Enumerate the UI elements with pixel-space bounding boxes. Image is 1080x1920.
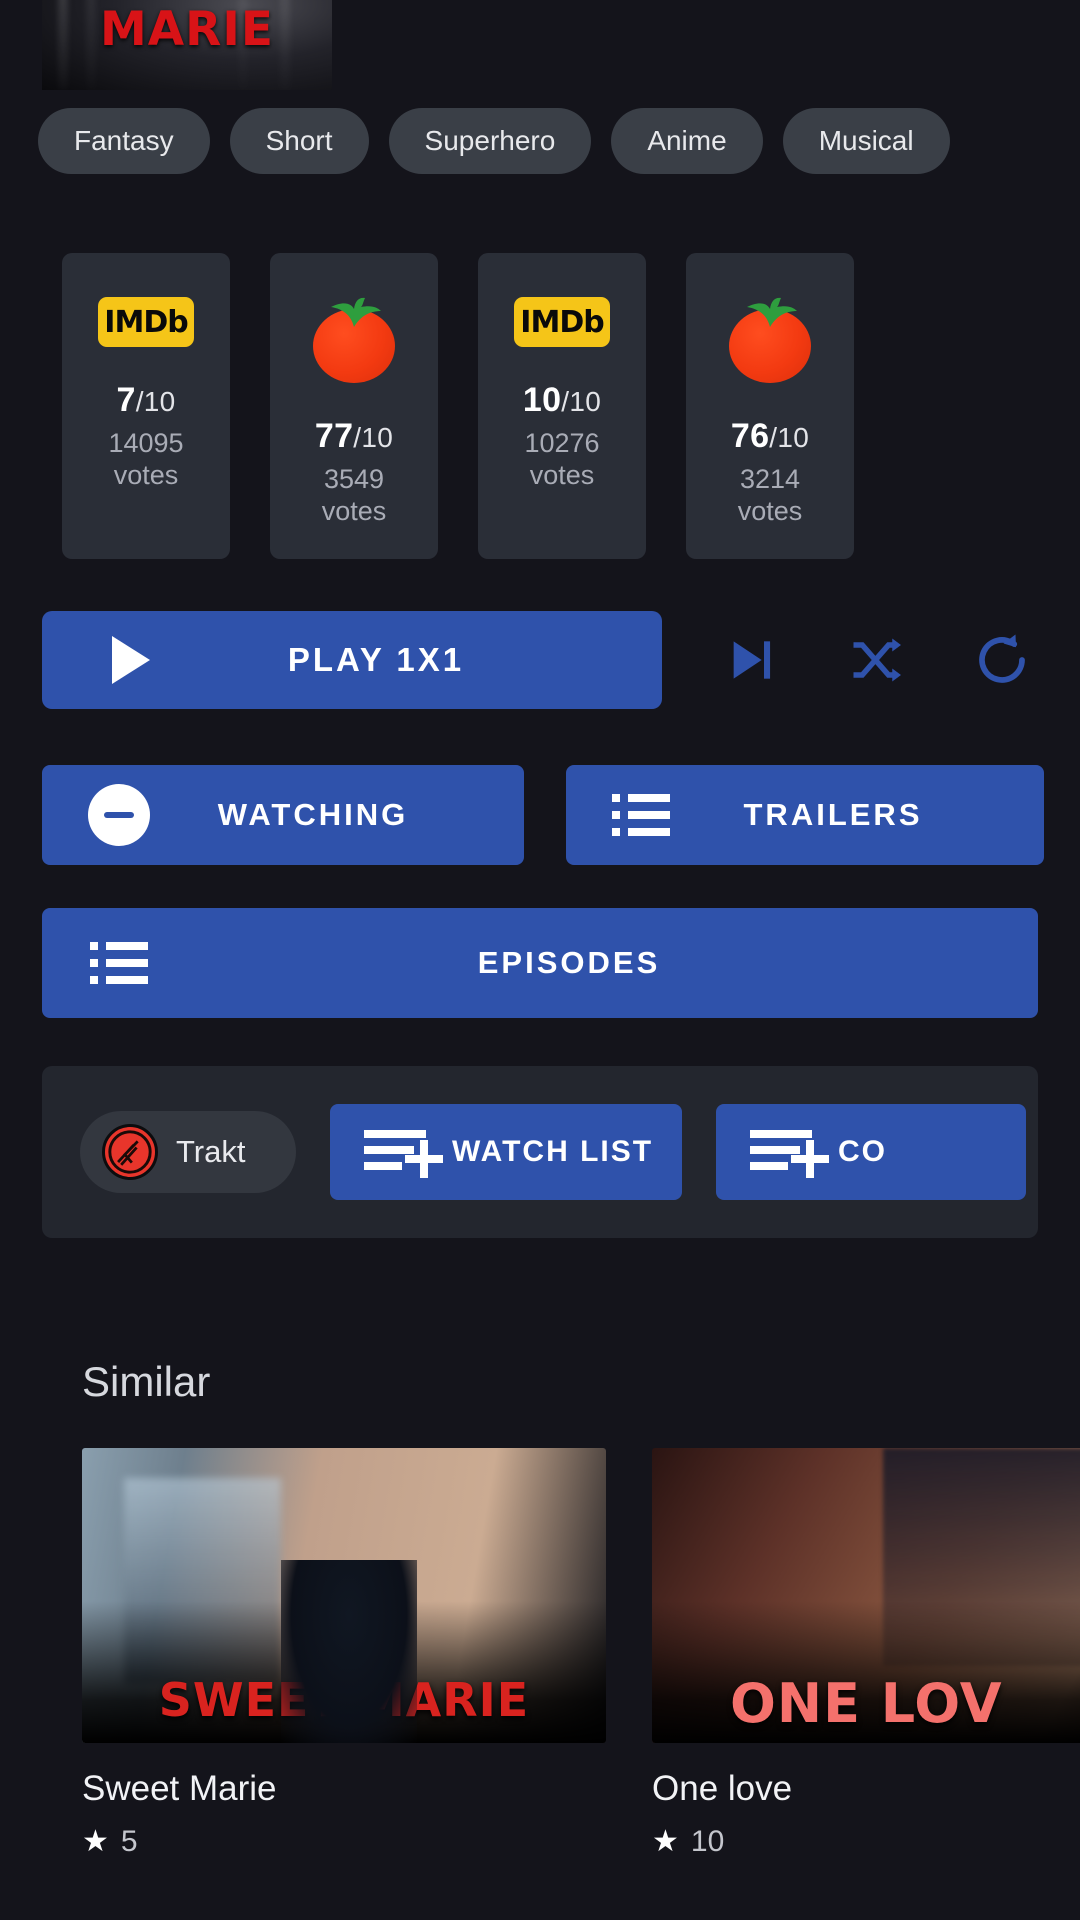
add-to-collection-button[interactable]: CO [716,1104,1026,1200]
similar-card-list: SWEET MARIE Sweet Marie ★ 5 ONE LOV One … [0,1448,1080,1868]
trakt-service-chip[interactable]: Trakt [80,1111,296,1193]
genre-chip-short[interactable]: Short [229,108,369,174]
rating-votes-label: votes [113,459,179,490]
rating-votes: 3214 votes [738,464,803,528]
similar-card-rating: ★ 10 [652,1825,1080,1859]
similar-card-art-title: ONE LOV [730,1672,1003,1735]
trailers-button-label: TRAILERS [743,797,923,832]
rating-score-scale: /10 [353,422,394,453]
rating-card-tomato-2[interactable]: 76/10 3214 votes [686,253,854,559]
play-button[interactable]: PLAY 1X1 [42,611,662,709]
rating-score-value: 7 [116,381,136,419]
watching-button-label: WATCHING [217,797,409,832]
similar-card-title: One love [652,1769,793,1808]
shuffle-button[interactable] [828,612,924,708]
playlist-add-icon [750,1126,829,1178]
add-to-watchlist-button[interactable]: WATCH LIST [330,1104,682,1200]
rating-votes-count: 3214 [739,464,801,494]
rating-votes-count: 14095 [108,428,184,458]
reload-button[interactable] [954,612,1050,708]
play-button-label: PLAY 1X1 [287,641,465,678]
similar-section-heading: Similar [82,1358,211,1405]
trakt-panel: Trakt WATCH LIST CO [42,1066,1038,1238]
similar-card-rating-value: 10 [690,1825,725,1858]
rating-score-value: 77 [314,417,354,455]
skip-next-button[interactable] [702,612,798,708]
similar-card-rating: ★ 5 [82,1825,606,1859]
similar-card-rating-value: 5 [120,1825,138,1858]
rating-votes-label: votes [529,459,595,490]
rating-score-scale: /10 [135,386,176,417]
tomato-leaf-icon [747,297,797,327]
similar-card-thumbnail[interactable]: ONE LOV [652,1448,1080,1743]
trailers-button[interactable]: TRAILERS [566,765,1044,865]
rating-votes: 10276 votes [524,428,599,492]
status-action-row: WATCHING TRAILERS [0,765,1080,865]
collection-button-label: CO [838,1135,887,1168]
reload-icon [979,634,1025,683]
trakt-logo-icon [102,1124,158,1180]
rating-votes-count: 10276 [524,428,600,458]
hero-poster-thumbnail[interactable]: MARIE [42,0,332,90]
star-icon: ★ [652,1825,679,1858]
similar-card-one-love[interactable]: ONE LOV One love ★ 10 [652,1448,1080,1868]
trakt-service-label: Trakt [176,1134,246,1169]
movie-detail-screen: MARIE Fantasy Short Superhero Anime Musi… [0,0,1080,1920]
genre-chip-musical[interactable]: Musical [782,108,950,174]
episodes-button-label: EPISODES [477,945,661,980]
shuffle-icon [853,638,901,682]
rating-votes-label: votes [321,495,387,526]
rating-score: 10/10 [523,381,601,420]
genre-chip-list[interactable]: Fantasy Short Superhero Anime Musical [0,108,1080,174]
rating-score: 77/10 [315,417,393,456]
rating-votes-label: votes [737,495,803,526]
rating-score: 76/10 [731,417,809,456]
list-icon [90,942,148,984]
watching-button[interactable]: WATCHING [42,765,524,865]
rating-card-list: IMDb 7/10 14095 votes 77/10 3549 votes I… [0,253,1080,559]
skip-next-icon [733,641,771,679]
playback-action-row: PLAY 1X1 [0,611,1080,709]
tomato-leaf-icon [331,297,381,327]
rating-card-imdb-2[interactable]: IMDb 10/10 10276 votes [478,253,646,559]
similar-card-art-title: SWEET MARIE [158,1673,530,1727]
hero-banner: MARIE [0,0,1080,100]
star-icon: ★ [82,1825,109,1858]
play-icon [112,636,150,684]
episodes-button[interactable]: EPISODES [42,908,1038,1018]
watchlist-button-label: WATCH LIST [452,1135,654,1168]
genre-chip-fantasy[interactable]: Fantasy [38,108,210,174]
genre-chip-anime[interactable]: Anime [611,108,763,174]
similar-card-title: Sweet Marie [82,1769,277,1808]
rating-score-value: 10 [522,381,562,419]
rating-votes: 3549 votes [322,464,387,528]
rating-score: 7/10 [116,381,175,420]
playlist-add-icon [364,1126,443,1178]
rating-card-imdb-1[interactable]: IMDb 7/10 14095 votes [62,253,230,559]
list-icon [612,794,670,836]
rotten-tomato-icon [722,297,818,383]
rating-score-scale: /10 [561,386,602,417]
rating-score-value: 76 [730,417,770,455]
rotten-tomato-icon [306,297,402,383]
rating-votes-count: 3549 [323,464,385,494]
genre-chip-superhero[interactable]: Superhero [388,108,592,174]
similar-card-sweet-marie[interactable]: SWEET MARIE Sweet Marie ★ 5 [82,1448,606,1868]
imdb-badge-icon: IMDb [98,297,194,347]
imdb-badge-icon: IMDb [514,297,610,347]
minus-circle-icon [88,784,150,846]
rating-score-scale: /10 [769,422,810,453]
rating-card-tomato-1[interactable]: 77/10 3549 votes [270,253,438,559]
hero-title: MARIE [100,2,274,57]
rating-votes: 14095 votes [108,428,183,492]
similar-card-thumbnail[interactable]: SWEET MARIE [82,1448,606,1743]
